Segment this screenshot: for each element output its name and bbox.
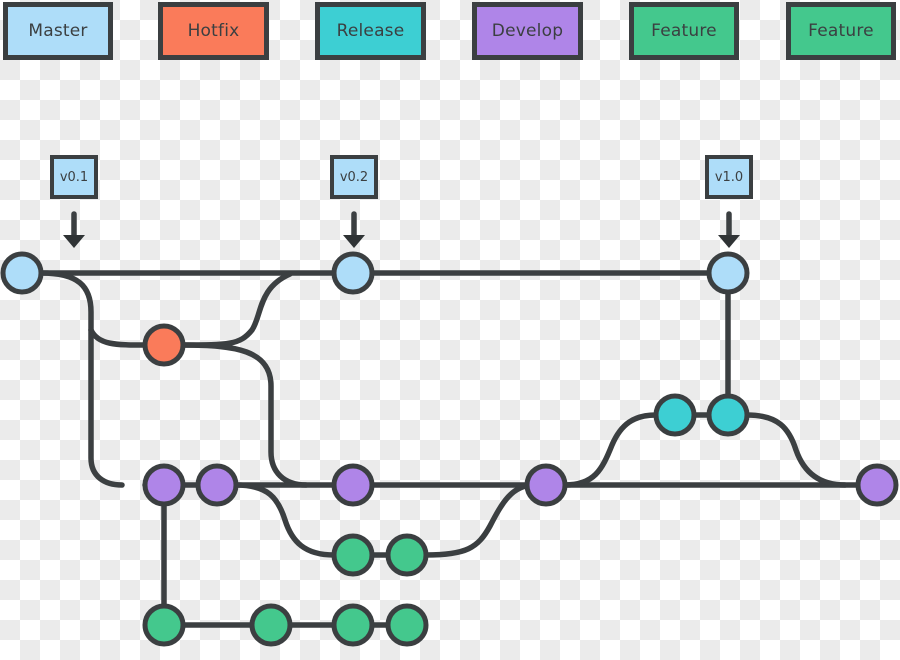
legend-item-hotfix-1[interactable]: Hotfix <box>158 2 269 60</box>
legend-item-feature-4[interactable]: Feature <box>629 2 739 60</box>
legend-item-master-0[interactable]: Master <box>3 2 113 60</box>
commit-node-feature2-commit-2[interactable] <box>385 533 429 577</box>
commit-node-master-commit-v1.0[interactable] <box>706 251 750 295</box>
commit-node-feature1-commit-1[interactable] <box>142 603 186 647</box>
commit-node-develop-commit-5[interactable] <box>855 463 899 507</box>
commit-node-feature1-commit-4[interactable] <box>385 603 429 647</box>
legend-item-label: Develop <box>491 21 564 41</box>
version-tag-label: v1.0 <box>714 169 744 185</box>
commit-node-develop-commit-4[interactable] <box>524 463 568 507</box>
commit-node-develop-commit-1[interactable] <box>142 463 186 507</box>
arrow-head <box>343 235 365 248</box>
version-tag-label: v0.1 <box>59 169 89 185</box>
commit-node-develop-commit-2[interactable] <box>195 463 239 507</box>
diagram-canvas: Master Hotfix Release Develop Feature Feature… <box>0 0 900 660</box>
version-tag-label: v0.2 <box>339 169 369 185</box>
edge-develop-to-feature2 <box>233 482 337 558</box>
tag-arrow-v0.2 <box>343 211 365 248</box>
tag-arrows-layer <box>63 211 740 248</box>
commit-node-release-commit-1[interactable] <box>653 393 697 437</box>
commit-node-master-commit-v0.1[interactable] <box>0 251 44 295</box>
version-tag-v1.0[interactable]: v1.0 <box>705 155 753 199</box>
tag-arrow-v0.1 <box>63 211 85 248</box>
commit-node-master-commit-v0.2[interactable] <box>331 251 375 295</box>
legend-item-release-2[interactable]: Release <box>315 2 426 60</box>
legend-item-label: Hotfix <box>187 21 240 41</box>
legend-item-label: Feature <box>651 21 717 41</box>
edge-develop-to-release <box>562 412 659 488</box>
arrow-head <box>718 235 740 248</box>
git-branch-graph <box>0 211 899 647</box>
legend-item-label: Release <box>336 21 405 41</box>
version-tag-v0.2[interactable]: v0.2 <box>330 155 378 199</box>
legend-item-label: Feature <box>808 21 874 41</box>
edge-hotfix-merge-to-develop <box>180 342 309 488</box>
version-tag-v0.1[interactable]: v0.1 <box>50 155 98 199</box>
edge-hotfix-branch-in <box>88 327 148 348</box>
edge-release-merge-develop <box>744 412 848 488</box>
edges-layer <box>19 270 880 628</box>
commit-node-feature2-commit-1[interactable] <box>331 533 375 577</box>
commit-node-feature1-commit-3[interactable] <box>331 603 375 647</box>
commit-node-feature1-commit-2[interactable] <box>249 603 293 647</box>
arrow-head <box>63 235 85 248</box>
commit-node-hotfix-commit[interactable] <box>142 323 186 367</box>
edge-feature2-merge-develop <box>423 482 537 558</box>
legend-item-label: Master <box>28 21 88 41</box>
nodes-layer <box>0 251 899 647</box>
legend-item-develop-3[interactable]: Develop <box>472 2 583 60</box>
commit-node-develop-commit-3[interactable] <box>331 463 375 507</box>
edge-master-branch-down <box>38 270 125 488</box>
edge-hotfix-merge-to-master <box>180 271 293 348</box>
commit-node-release-commit-2[interactable] <box>706 393 750 437</box>
tag-arrow-v1.0 <box>718 211 740 248</box>
legend-item-feature-5[interactable]: Feature <box>786 2 896 60</box>
